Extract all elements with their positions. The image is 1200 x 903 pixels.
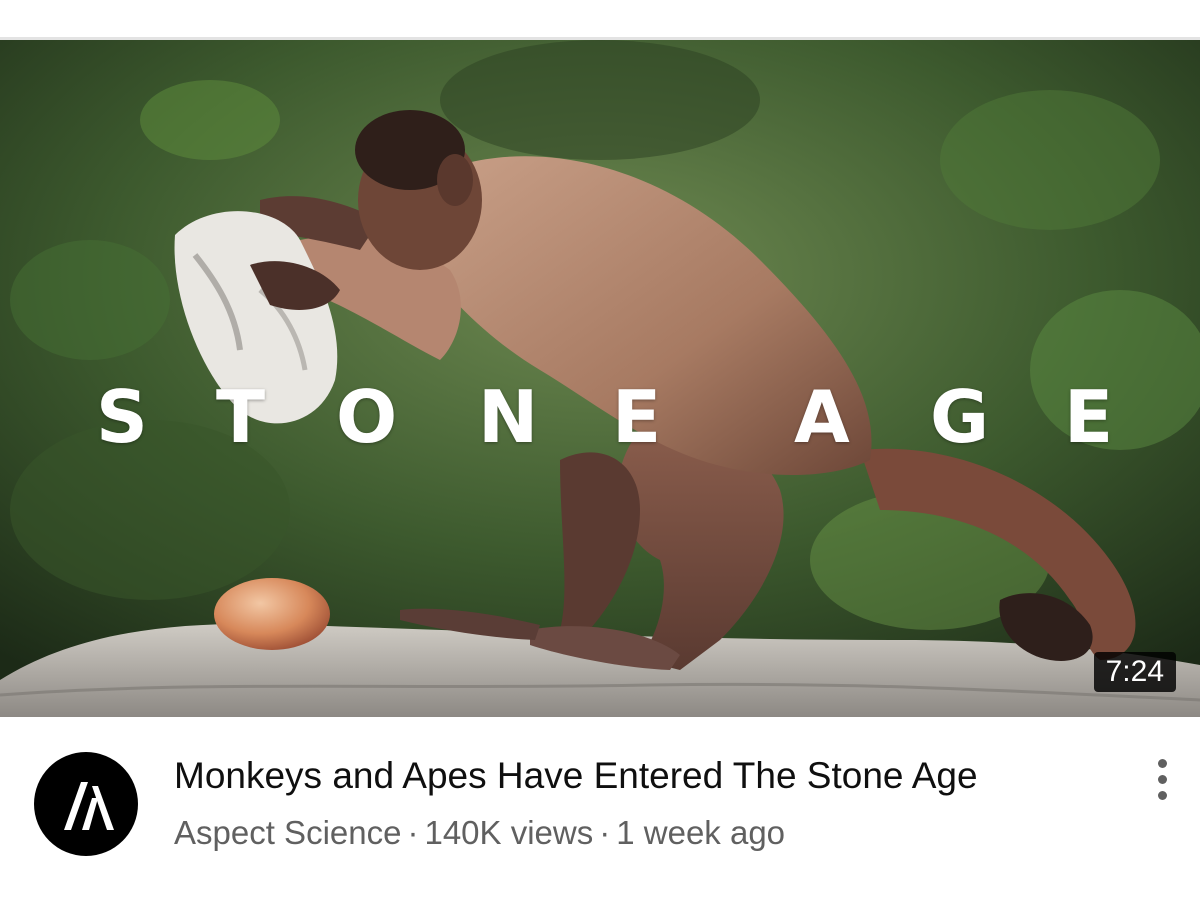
overlay-letter: S (96, 375, 148, 459)
overlay-letter: N (478, 375, 539, 459)
top-bar (0, 0, 1200, 38)
channel-avatar[interactable] (34, 752, 138, 856)
duration-badge: 7:24 (1093, 652, 1176, 692)
video-info: Monkeys and Apes Have Entered The Stone … (0, 717, 1200, 903)
overlay-letter: O (336, 375, 398, 459)
view-count: 140K views (424, 814, 594, 851)
aspect-science-logo-icon (64, 782, 114, 830)
video-card-screen: S T O N E A G E 7:24 Monkeys and Apes Ha… (0, 0, 1200, 903)
channel-name[interactable]: Aspect Science (174, 814, 401, 851)
video-thumbnail[interactable]: S T O N E A G E 7:24 (0, 40, 1200, 717)
overlay-letter: T (216, 375, 266, 459)
video-title[interactable]: Monkeys and Apes Have Entered The Stone … (174, 753, 1104, 799)
meta-separator: · (407, 814, 419, 851)
more-vertical-icon (1158, 759, 1167, 768)
thumbnail-overlay-title: S T O N E A G E (0, 372, 1200, 462)
overlay-letter: E (1064, 375, 1114, 459)
meta-separator: · (599, 814, 611, 851)
overlay-letter: E (612, 375, 662, 459)
more-vertical-icon (1158, 791, 1167, 800)
overlay-letter: G (930, 375, 990, 459)
video-meta: Aspect Science · 140K views · 1 week ago (174, 811, 1104, 855)
upload-age: 1 week ago (616, 814, 786, 851)
overlay-letter: A (794, 375, 850, 459)
more-options-button[interactable] (1142, 755, 1182, 815)
more-vertical-icon (1158, 775, 1167, 784)
